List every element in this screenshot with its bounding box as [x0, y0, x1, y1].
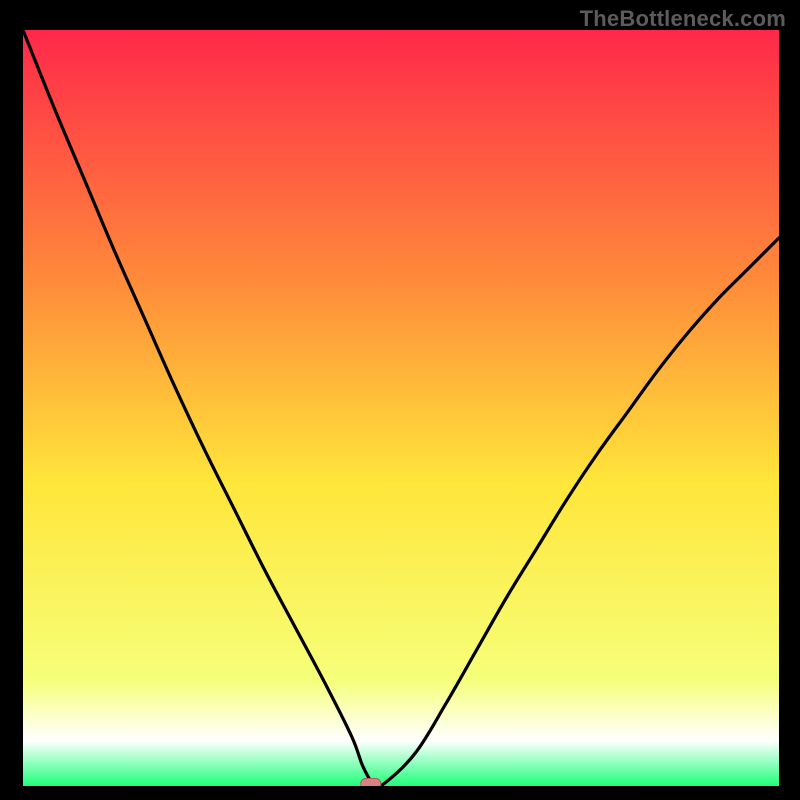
optimal-point-marker: [361, 778, 381, 786]
watermark-text: TheBottleneck.com: [580, 6, 786, 32]
bottleneck-chart: [23, 30, 779, 786]
gradient-background: [23, 30, 779, 786]
chart-frame: TheBottleneck.com: [0, 0, 800, 800]
plot-area: [23, 30, 779, 786]
